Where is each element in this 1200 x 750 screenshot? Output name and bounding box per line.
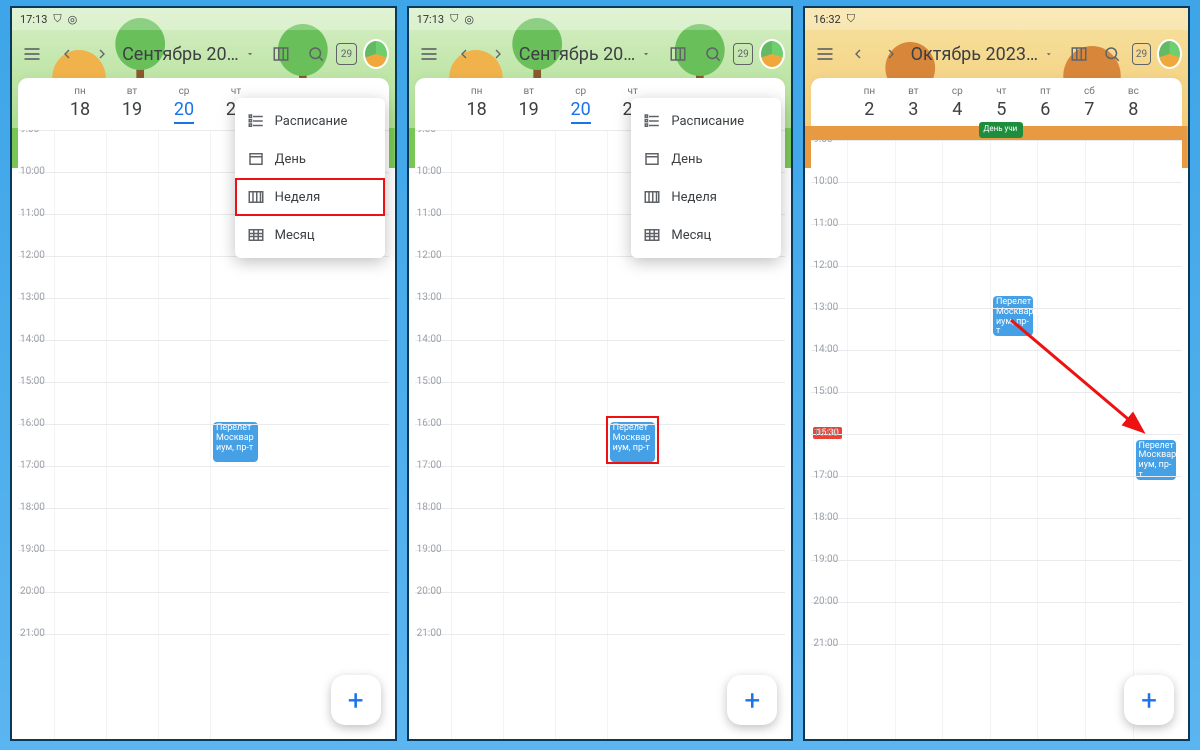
week-icon xyxy=(247,188,265,206)
calendar-grid[interactable]: Перелет Москвар иум, пр-т Перелет Москва… xyxy=(811,140,1182,739)
fab-create[interactable]: + xyxy=(1124,675,1174,725)
status-icon: ◎ xyxy=(464,13,474,26)
app-topbar: Сентябрь 20… 29 xyxy=(12,30,395,78)
annotation-highlight xyxy=(606,416,659,464)
today-button[interactable]: 29 xyxy=(733,43,754,65)
allday-event[interactable]: День учи xyxy=(979,122,1023,138)
menu-icon[interactable] xyxy=(415,37,444,71)
next-button[interactable] xyxy=(878,37,905,71)
avatar[interactable] xyxy=(363,39,389,69)
status-icon: ◎ xyxy=(68,13,78,26)
menu-schedule[interactable]: Расписание xyxy=(631,102,781,140)
status-bar: 16:32 ⛉ xyxy=(805,8,1188,30)
avatar[interactable] xyxy=(1157,39,1182,69)
screenshot-3: 16:32 ⛉ Октябрь 2023… 29 пн2 вт3 ср4 чт5… xyxy=(803,6,1190,741)
next-button[interactable] xyxy=(87,37,116,71)
month-title[interactable]: Октябрь 2023… xyxy=(911,44,1038,65)
days-header: пн2 вт3 ср4 чт5 пт6 сб7 вс8 День учи xyxy=(811,78,1182,126)
avatar[interactable] xyxy=(759,39,785,69)
screenshot-1: 17:13 ⛉ ◎ Сентябрь 20… 29 пн18 вт19 ср20… xyxy=(10,6,397,741)
status-icon: ⛉ xyxy=(847,12,855,26)
app-topbar: Октябрь 2023… 29 xyxy=(805,30,1188,78)
week-icon xyxy=(643,188,661,206)
view-switch-button[interactable] xyxy=(267,37,296,71)
screenshot-2: 17:13 ⛉ ◎ Сентябрь 20… 29 пн18 вт19 ср20… xyxy=(407,6,794,741)
chevron-down-icon xyxy=(1044,48,1054,60)
menu-icon[interactable] xyxy=(18,37,47,71)
search-icon[interactable] xyxy=(301,37,330,71)
menu-icon[interactable] xyxy=(811,37,838,71)
menu-day[interactable]: День xyxy=(631,140,781,178)
chevron-down-icon xyxy=(245,48,255,60)
view-menu: Расписание День Неделя Месяц xyxy=(235,98,385,258)
menu-day[interactable]: День xyxy=(235,140,385,178)
status-time: 17:13 xyxy=(417,13,444,26)
chevron-down-icon xyxy=(641,48,651,60)
month-title[interactable]: Сентябрь 20… xyxy=(122,44,239,65)
status-bar: 17:13 ⛉ ◎ xyxy=(409,8,792,30)
app-topbar: Сентябрь 20… 29 xyxy=(409,30,792,78)
next-button[interactable] xyxy=(484,37,513,71)
menu-week[interactable]: Неделя xyxy=(235,178,385,216)
list-icon xyxy=(643,112,661,130)
view-switch-button[interactable] xyxy=(663,37,692,71)
month-icon xyxy=(643,226,661,244)
view-menu: Расписание День Неделя Месяц xyxy=(631,98,781,258)
status-bar: 17:13 ⛉ ◎ xyxy=(12,8,395,30)
list-icon xyxy=(247,112,265,130)
menu-week[interactable]: Неделя xyxy=(631,178,781,216)
status-time: 16:32 xyxy=(813,13,840,26)
status-icon: ⛉ xyxy=(450,12,458,26)
search-icon[interactable] xyxy=(698,37,727,71)
menu-month[interactable]: Месяц xyxy=(631,216,781,254)
menu-month[interactable]: Месяц xyxy=(235,216,385,254)
search-icon[interactable] xyxy=(1099,37,1126,71)
fab-create[interactable]: + xyxy=(727,675,777,725)
today-button[interactable]: 29 xyxy=(1132,43,1152,65)
month-title[interactable]: Сентябрь 20… xyxy=(519,44,636,65)
menu-schedule[interactable]: Расписание xyxy=(235,102,385,140)
today-button[interactable]: 29 xyxy=(336,43,357,65)
month-icon xyxy=(247,226,265,244)
prev-button[interactable] xyxy=(449,37,478,71)
fab-create[interactable]: + xyxy=(331,675,381,725)
prev-button[interactable] xyxy=(53,37,82,71)
status-time: 17:13 xyxy=(20,13,47,26)
day-icon xyxy=(643,150,661,168)
prev-button[interactable] xyxy=(844,37,871,71)
day-icon xyxy=(247,150,265,168)
view-switch-button[interactable] xyxy=(1066,37,1093,71)
status-icon: ⛉ xyxy=(53,12,61,26)
